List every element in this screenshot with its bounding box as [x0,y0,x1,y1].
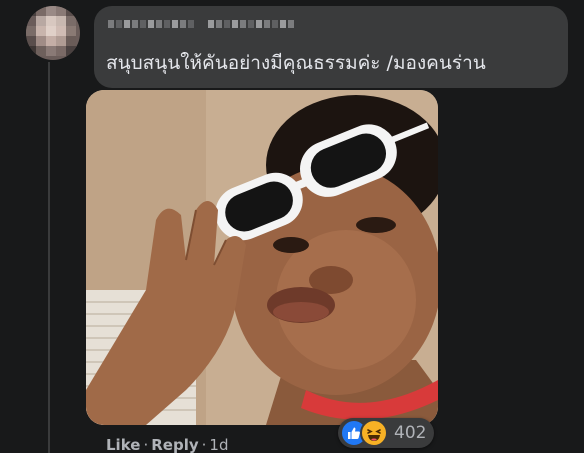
separator: · [143,436,149,453]
thread-line [48,62,50,453]
comment-photo[interactable] [86,90,438,425]
haha-icon [360,419,388,447]
reply-link[interactable]: Reply [151,436,198,453]
timestamp[interactable]: 1d [209,436,228,453]
reaction-count: 402 [394,423,427,443]
avatar[interactable] [26,6,80,60]
author-name-redacted[interactable] [108,16,294,32]
like-link[interactable]: Like [106,436,140,453]
comment-text: สนุบสนุนให้คันอย่างมีคุณธรรมค่ะ /มองคนร่… [106,52,486,74]
comment-thread: สนุบสนุนให้คันอย่างมีคุณธรรมค่ะ /มองคนร่… [0,0,584,453]
photo-illustration [86,90,438,425]
separator: · [201,436,207,453]
reaction-summary[interactable]: 402 [338,418,435,448]
comment-bubble: สนุบสนุนให้คันอย่างมีคุณธรรมค่ะ /มองคนร่… [94,6,568,88]
comment-actions: Like · Reply · 1d [106,436,228,453]
